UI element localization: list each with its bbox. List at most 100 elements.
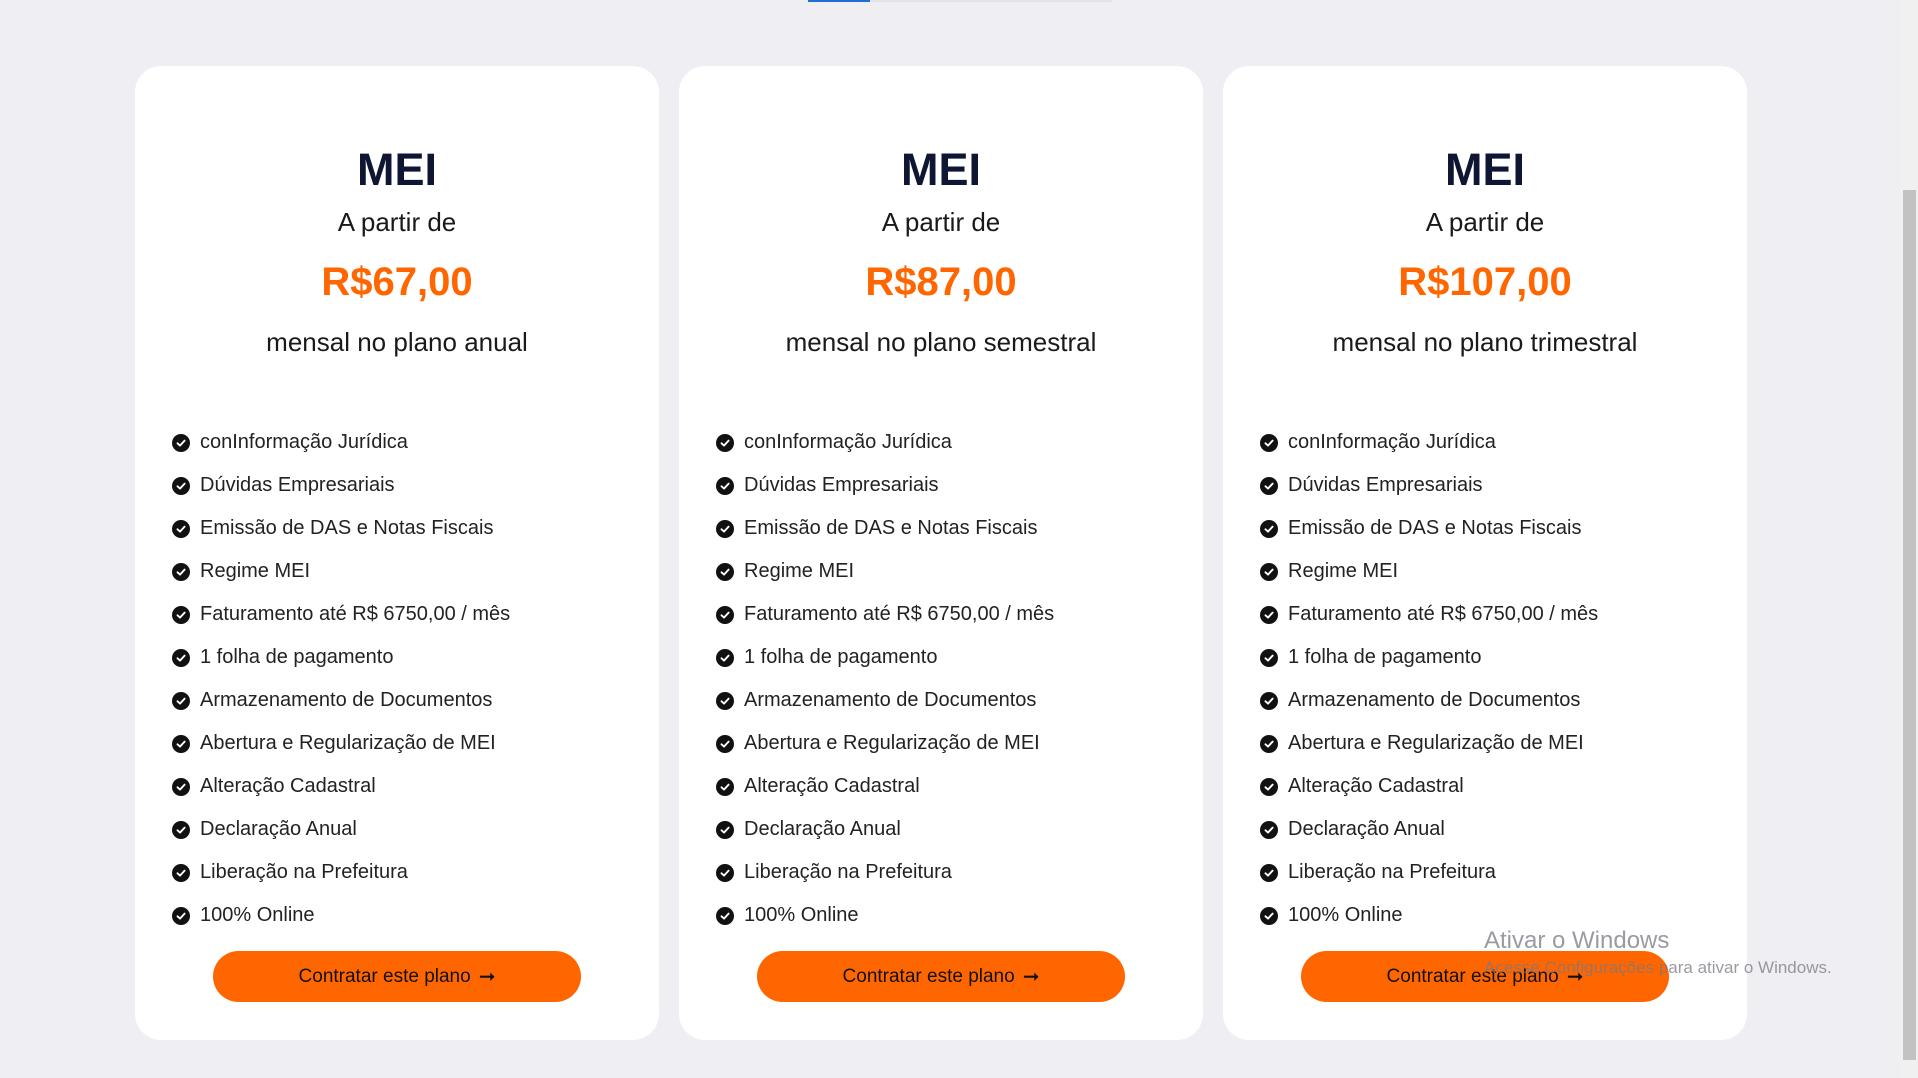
scrollbar-thumb[interactable] [1903,190,1916,1060]
feature-item: Declaração Anual [716,808,1054,851]
feature-label: Faturamento até R$ 6750,00 / mês [200,603,511,625]
contract-plan-label: Contratar este plano [298,965,471,987]
feature-item: Armazenamento de Documentos [1260,679,1598,722]
feature-item: 100% Online [1260,894,1598,937]
feature-item: Abertura e Regularização de MEI [1260,722,1598,765]
feature-label: 1 folha de pagamento [1288,646,1482,668]
feature-label: Abertura e Regularização de MEI [1288,732,1584,754]
check-circle-icon [1260,777,1278,796]
feature-label: Declaração Anual [1288,818,1445,840]
feature-label: Abertura e Regularização de MEI [200,732,496,754]
feature-item: Armazenamento de Documentos [716,679,1054,722]
feature-list: conInformação Jurídica Dúvidas Empresari… [1260,421,1598,937]
feature-item: Emissão de DAS e Notas Fiscais [716,507,1054,550]
check-circle-icon [1260,562,1278,581]
feature-label: Alteração Cadastral [200,775,376,797]
feature-item: 100% Online [172,894,510,937]
feature-item: Regime MEI [716,550,1054,593]
feature-label: Liberação na Prefeitura [200,861,408,883]
plan-name: MEI [356,144,437,195]
feature-item: Dúvidas Empresariais [172,464,510,507]
feature-item: conInformação Jurídica [172,421,510,464]
feature-item: Emissão de DAS e Notas Fiscais [172,507,510,550]
feature-label: Emissão de DAS e Notas Fiscais [1288,517,1582,539]
check-circle-icon [172,777,190,796]
plan-from-text: A partir de [337,207,457,237]
feature-label: 100% Online [1288,904,1403,926]
check-circle-icon [172,519,190,538]
feature-label: Dúvidas Empresariais [1288,474,1483,496]
plan-period: mensal no plano semestral [785,327,1097,357]
feature-item: conInformação Jurídica [1260,421,1598,464]
check-circle-icon [716,476,734,495]
feature-label: Liberação na Prefeitura [1288,861,1496,883]
vertical-scrollbar[interactable] [1901,0,1918,1078]
feature-item: Regime MEI [172,550,510,593]
feature-item: Alteração Cadastral [172,765,510,808]
check-circle-icon [716,562,734,581]
check-circle-icon [716,863,734,882]
feature-item: Liberação na Prefeitura [1260,851,1598,894]
feature-label: Abertura e Regularização de MEI [744,732,1040,754]
contract-plan-label: Contratar este plano [842,965,1015,987]
feature-item: Faturamento até R$ 6750,00 / mês [172,593,510,636]
check-circle-icon [172,433,190,452]
top-tab-indicator [808,0,1112,2]
feature-item: Armazenamento de Documentos [172,679,510,722]
check-circle-icon [172,562,190,581]
contract-plan-button[interactable]: Contratar este plano ➞ [1301,951,1669,1002]
feature-label: Emissão de DAS e Notas Fiscais [744,517,1038,539]
feature-item: Alteração Cadastral [1260,765,1598,808]
check-circle-icon [1260,863,1278,882]
contract-plan-button[interactable]: Contratar este plano ➞ [757,951,1125,1002]
feature-label: 100% Online [200,904,315,926]
check-circle-icon [1260,906,1278,925]
check-circle-icon [716,777,734,796]
feature-label: Dúvidas Empresariais [200,474,395,496]
check-circle-icon [1260,519,1278,538]
plan-period: mensal no plano anual [266,327,528,357]
feature-label: Regime MEI [744,560,855,582]
check-circle-icon [716,605,734,624]
check-circle-icon [716,519,734,538]
check-circle-icon [1260,820,1278,839]
check-circle-icon [172,648,190,667]
feature-label: conInformação Jurídica [1288,431,1496,453]
check-circle-icon [172,863,190,882]
plan-from-text: A partir de [1425,207,1545,237]
check-circle-icon [172,476,190,495]
check-circle-icon [1260,433,1278,452]
feature-item: 1 folha de pagamento [172,636,510,679]
feature-label: Alteração Cadastral [744,775,920,797]
check-circle-icon [716,734,734,753]
plan-price: R$107,00 [1398,260,1572,304]
contract-plan-button[interactable]: Contratar este plano ➞ [213,951,581,1002]
plan-name: MEI [1444,144,1525,195]
arrow-right-icon: ➞ [1566,966,1584,988]
feature-label: Armazenamento de Documentos [200,689,493,711]
feature-item: Declaração Anual [1260,808,1598,851]
feature-label: 1 folha de pagamento [200,646,394,668]
feature-item: Dúvidas Empresariais [1260,464,1598,507]
feature-label: Alteração Cadastral [1288,775,1464,797]
plan-card-annual: MEI A partir de R$67,00 mensal no plano … [135,66,659,1040]
feature-label: Regime MEI [200,560,311,582]
plan-period: mensal no plano trimestral [1332,327,1638,357]
check-circle-icon [716,820,734,839]
check-circle-icon [172,605,190,624]
check-circle-icon [1260,734,1278,753]
plan-price: R$67,00 [321,260,473,304]
feature-item: Regime MEI [1260,550,1598,593]
check-circle-icon [1260,691,1278,710]
feature-list: conInformação Jurídica Dúvidas Empresari… [716,421,1054,937]
feature-label: Emissão de DAS e Notas Fiscais [200,517,494,539]
feature-item: Abertura e Regularização de MEI [172,722,510,765]
check-circle-icon [716,906,734,925]
check-circle-icon [716,691,734,710]
feature-item: Faturamento até R$ 6750,00 / mês [1260,593,1598,636]
check-circle-icon [172,906,190,925]
feature-label: Armazenamento de Documentos [1288,689,1581,711]
feature-label: Faturamento até R$ 6750,00 / mês [744,603,1055,625]
plans-container: MEI A partir de R$67,00 mensal no plano … [135,66,1747,1040]
check-circle-icon [716,648,734,667]
